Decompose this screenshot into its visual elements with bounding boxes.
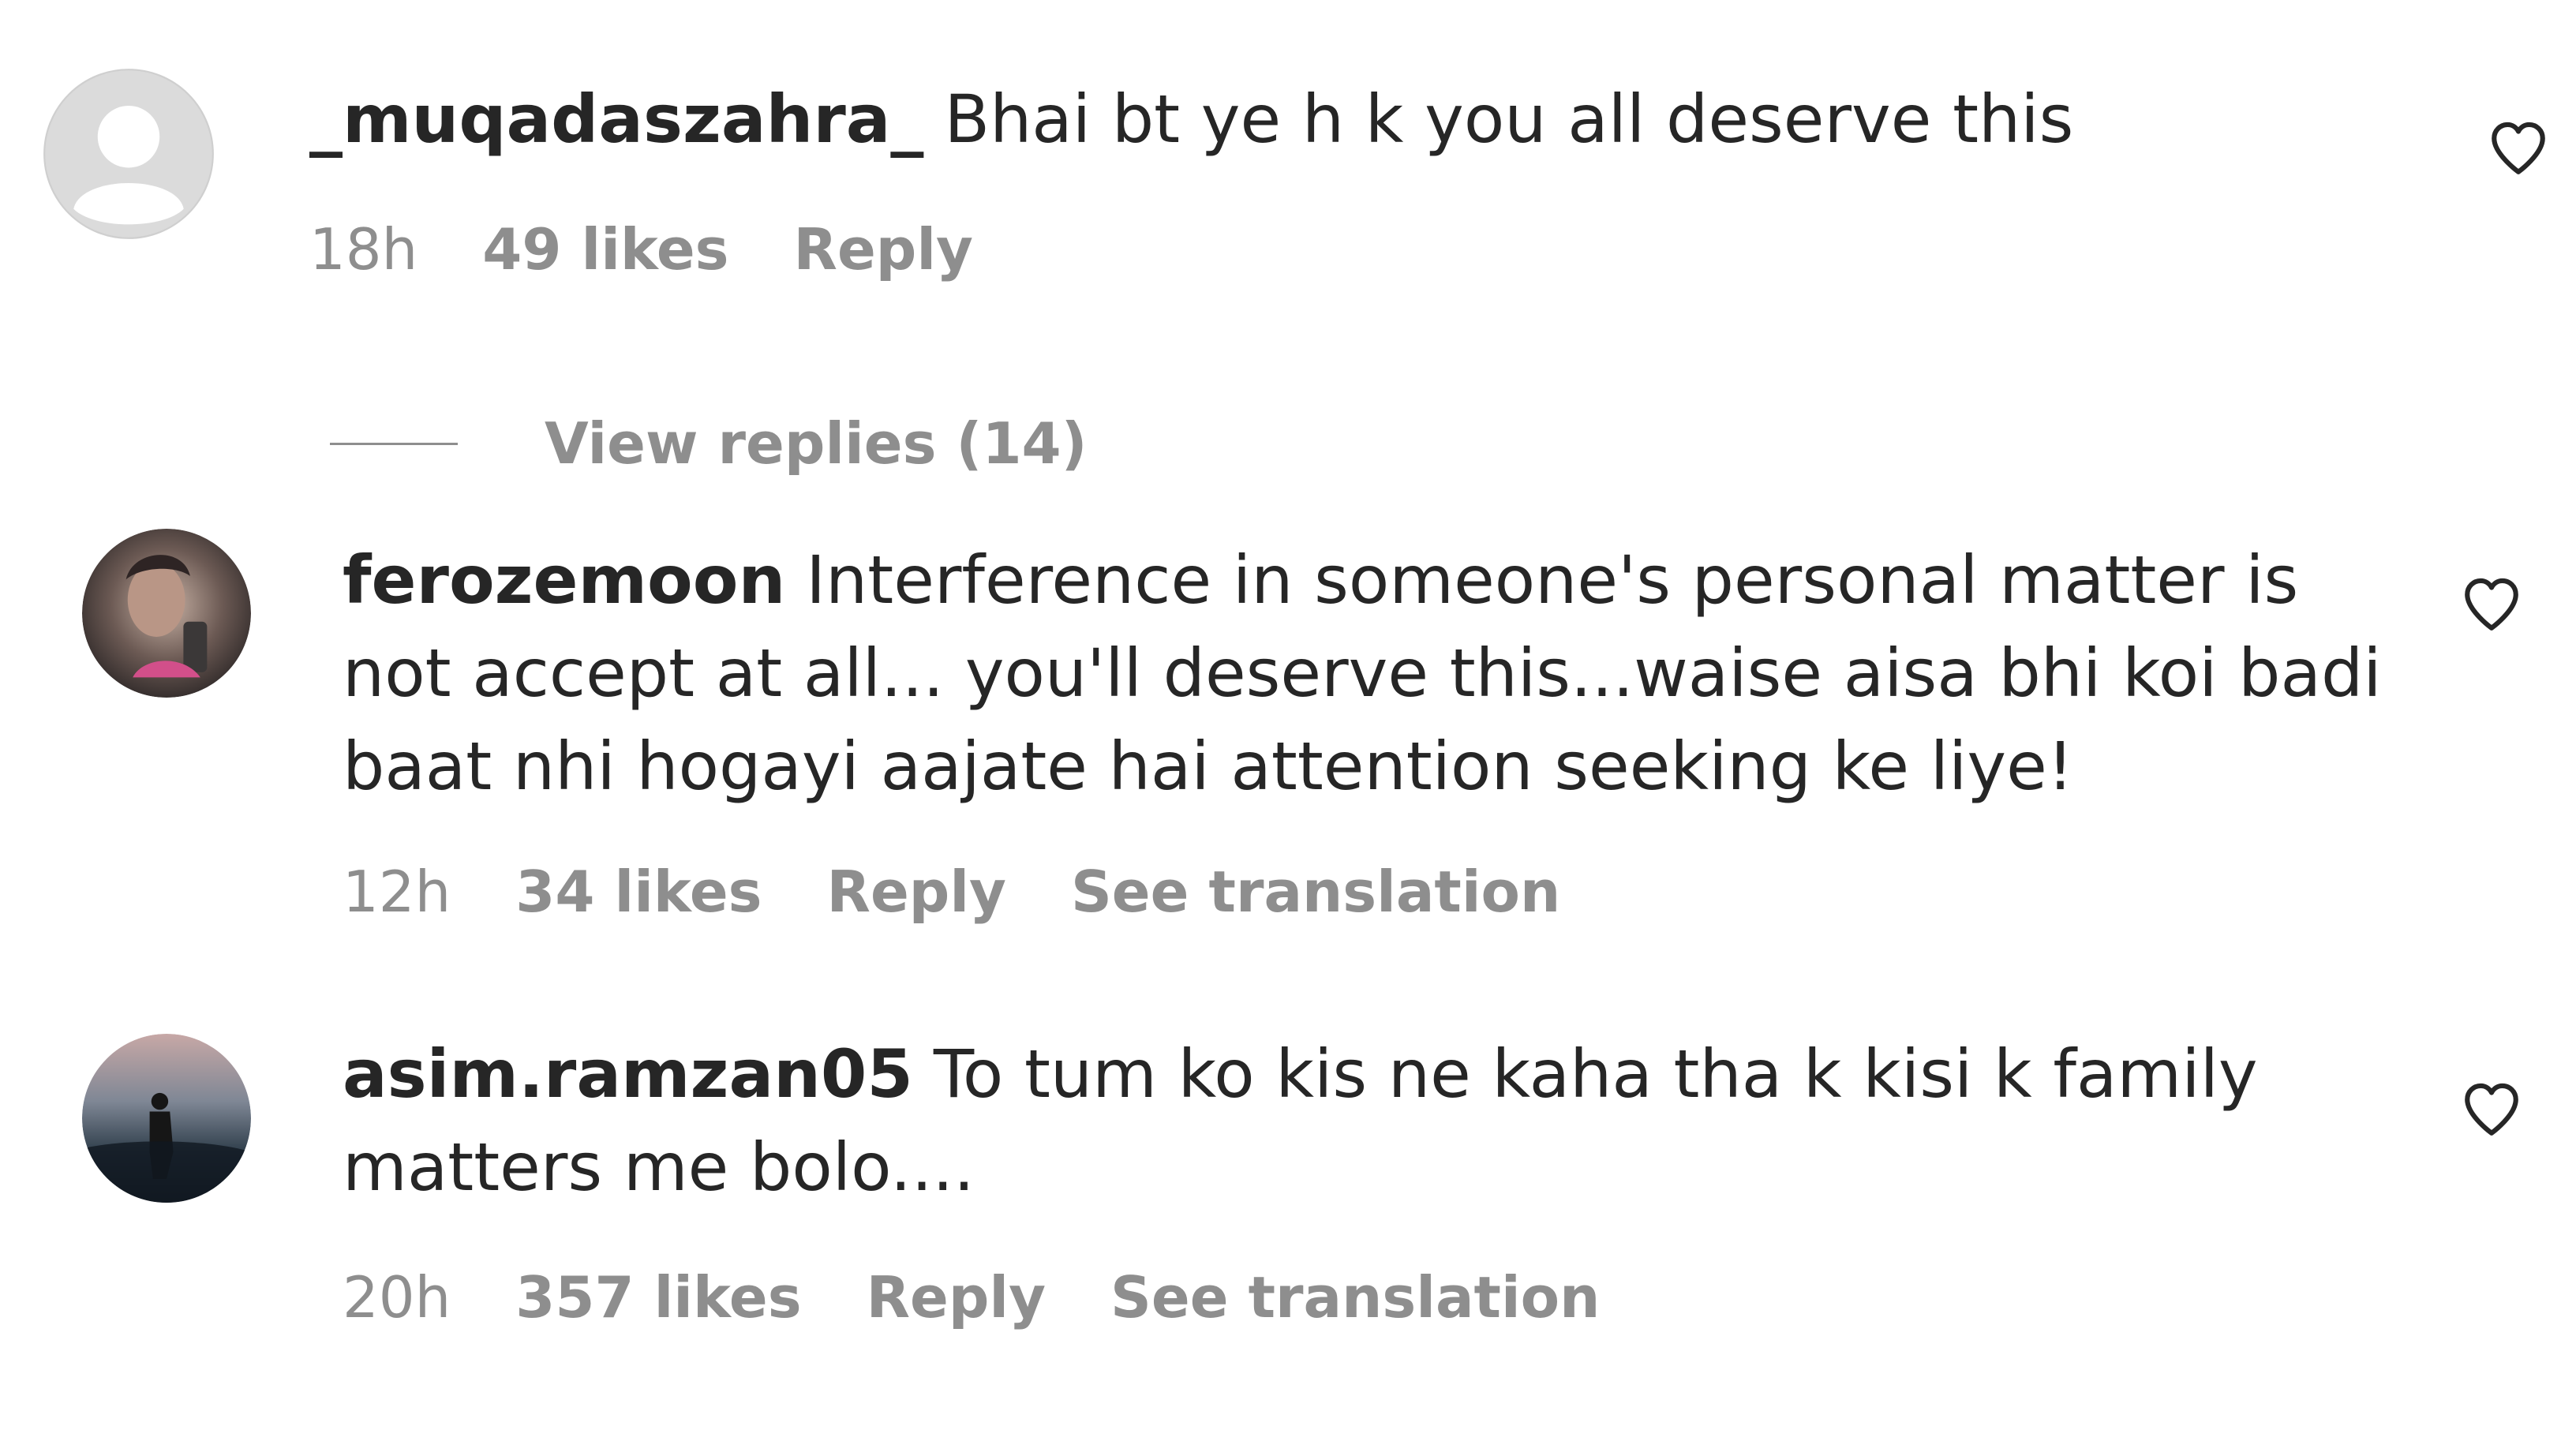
- default-avatar-icon[interactable]: [43, 68, 215, 240]
- comment-item: _muqadaszahra_ Bhai bt ye h k you all des…: [0, 0, 2576, 331]
- comment-time: 12h: [343, 859, 451, 925]
- comment-content: ferozemoon Interference in someone's pers…: [343, 533, 2410, 813]
- comment-text: Bhai bt ye h k you all deserve this: [944, 80, 2074, 158]
- comment-item: asim.ramzan05 To tum ko kis ne kaha tha k…: [0, 1010, 2576, 1389]
- comment-username[interactable]: ferozemoon: [343, 541, 785, 619]
- see-translation-button[interactable]: See translation: [1110, 1264, 1600, 1331]
- reply-button[interactable]: Reply: [867, 1264, 1046, 1331]
- reply-button[interactable]: Reply: [794, 216, 973, 283]
- comment-likes[interactable]: 357 likes: [515, 1264, 801, 1331]
- comment-body: asim.ramzan05 To tum ko kis ne kaha tha k…: [343, 1027, 2316, 1214]
- reply-button[interactable]: Reply: [827, 859, 1006, 925]
- heart-outline-icon[interactable]: [2459, 1076, 2524, 1141]
- see-translation-button[interactable]: See translation: [1071, 859, 1560, 925]
- comment-item: ferozemoon Interference in someone's pers…: [0, 505, 2576, 979]
- comment-time: 18h: [309, 216, 418, 283]
- comment-username[interactable]: _muqadaszahra_: [309, 80, 923, 158]
- comment-username[interactable]: asim.ramzan05: [343, 1035, 913, 1113]
- view-replies-label: View replies (14): [545, 410, 1088, 477]
- user-avatar[interactable]: [82, 529, 251, 698]
- comment-likes[interactable]: 34 likes: [515, 859, 762, 925]
- comment-body: _muqadaszahra_ Bhai bt ye h k you all des…: [309, 73, 2401, 166]
- comment-meta: 20h 357 likes Reply See translation: [343, 1264, 1664, 1331]
- comment-meta: 18h 49 likes Reply: [309, 216, 1038, 283]
- comment-meta: 12h 34 likes Reply See translation: [343, 859, 1625, 925]
- comment-likes[interactable]: 49 likes: [482, 216, 728, 283]
- heart-outline-icon[interactable]: [2486, 115, 2551, 180]
- view-replies-button[interactable]: View replies (14): [330, 410, 1088, 477]
- comment-content: _muqadaszahra_ Bhai bt ye h k you all des…: [309, 73, 2401, 166]
- user-avatar[interactable]: [82, 1034, 251, 1203]
- heart-outline-icon[interactable]: [2459, 571, 2524, 636]
- divider-line: [330, 442, 458, 445]
- comment-time: 20h: [343, 1264, 451, 1331]
- comment-body: ferozemoon Interference in someone's pers…: [343, 533, 2410, 813]
- comment-content: asim.ramzan05 To tum ko kis ne kaha tha k…: [343, 1027, 2316, 1214]
